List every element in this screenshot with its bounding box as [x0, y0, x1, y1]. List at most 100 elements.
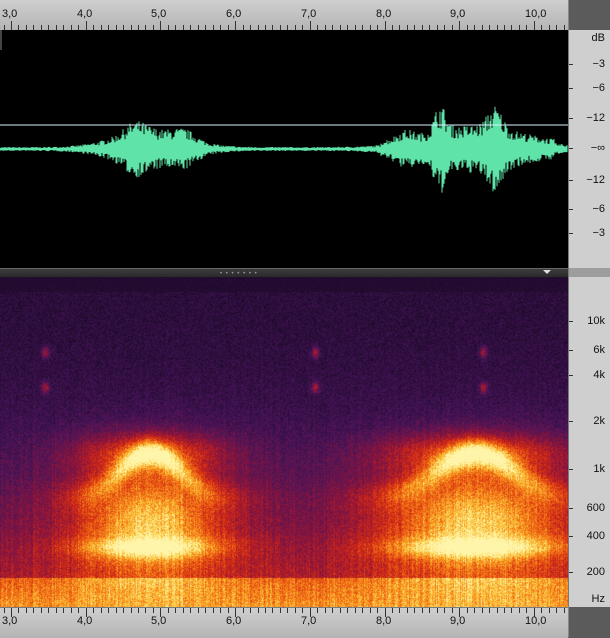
- timeline-minor-tick: [168, 608, 169, 613]
- timeline-minor-tick: [541, 608, 542, 613]
- hz-ruler: Hz 10k 6k 4k 2k 1k 600 400 200: [568, 277, 610, 607]
- timeline-minor-tick: [56, 608, 57, 613]
- db-tick: [569, 118, 573, 119]
- timeline-minor-tick: [116, 608, 117, 613]
- timeline-minor-tick: [556, 608, 557, 613]
- timeline-label: 5,0: [151, 615, 167, 627]
- timeline-major-tick: [534, 21, 535, 30]
- db-tick: [569, 64, 573, 65]
- timeline-minor-tick: [332, 608, 333, 613]
- timeline-minor-tick: [93, 608, 94, 613]
- dropdown-arrow-icon[interactable]: [543, 270, 551, 274]
- waveform-graphic: [0, 106, 568, 193]
- timeline-minor-tick: [153, 608, 154, 613]
- timeline-minor-tick: [243, 608, 244, 613]
- timeline-major-tick: [459, 21, 460, 30]
- timeline-minor-tick: [108, 608, 109, 613]
- hz-label: 2k: [593, 415, 605, 427]
- timeline-minor-tick: [452, 608, 453, 613]
- ruler-gap: [568, 268, 610, 277]
- timeline-minor-tick: [392, 608, 393, 613]
- timeline-minor-tick: [302, 608, 303, 613]
- hz-label: 200: [586, 566, 605, 578]
- waveform-view[interactable]: [0, 30, 568, 268]
- db-label: −∞: [590, 142, 605, 154]
- hz-tick: [569, 536, 573, 537]
- timeline-major-tick: [235, 21, 236, 30]
- timeline-label: 7,0: [301, 615, 317, 627]
- timeline-major-tick: [11, 21, 12, 30]
- timeline-major-tick: [86, 21, 87, 30]
- timeline-minor-tick: [48, 608, 49, 613]
- timeline-minor-tick: [564, 608, 565, 613]
- timeline-ruler-top[interactable]: 3,0 4,0 5,0 6,0 7,0 8,0 9,0 10,0: [0, 0, 568, 31]
- timeline-minor-tick: [519, 608, 520, 613]
- db-tick: [569, 233, 573, 234]
- timeline-minor-tick: [467, 608, 468, 613]
- timeline-minor-tick: [362, 608, 363, 613]
- timeline-minor-tick: [4, 608, 5, 613]
- db-label: −3: [592, 227, 605, 239]
- timeline-minor-tick: [183, 608, 184, 613]
- timeline-minor-tick: [145, 608, 146, 613]
- timeline-minor-tick: [437, 608, 438, 613]
- timeline-minor-tick: [526, 608, 527, 613]
- hz-unit-label: Hz: [591, 593, 605, 605]
- hz-tick: [569, 572, 573, 573]
- timeline-minor-tick: [317, 608, 318, 613]
- hz-label: 1k: [593, 463, 605, 475]
- hz-label: 400: [586, 530, 605, 542]
- spectrogram-graphic: [0, 277, 568, 607]
- timeline-minor-tick: [220, 608, 221, 613]
- db-unit-label: dB: [591, 32, 605, 44]
- timeline-minor-tick: [138, 608, 139, 613]
- db-tick: [569, 88, 573, 89]
- timeline-minor-tick: [370, 608, 371, 613]
- timeline-minor-tick: [175, 608, 176, 613]
- timeline-minor-tick: [250, 608, 251, 613]
- timeline-minor-tick: [265, 608, 266, 613]
- playhead-marker[interactable]: [0, 30, 2, 50]
- timeline-minor-tick: [407, 608, 408, 613]
- db-label: −6: [592, 203, 605, 215]
- timeline-minor-tick: [41, 608, 42, 613]
- timeline-minor-tick: [347, 608, 348, 613]
- timeline-minor-tick: [272, 608, 273, 613]
- db-label: −6: [592, 82, 605, 94]
- timeline-minor-tick: [63, 608, 64, 613]
- ruler-corner-top: [568, 0, 610, 30]
- timeline-minor-tick: [504, 608, 505, 613]
- timeline-minor-tick: [549, 608, 550, 613]
- hz-tick: [569, 375, 573, 376]
- timeline-label: 4,0: [77, 615, 93, 627]
- hz-tick: [569, 508, 573, 509]
- timeline-minor-tick: [78, 608, 79, 613]
- timeline-minor-tick: [26, 608, 27, 613]
- db-tick: [569, 209, 573, 210]
- timeline-minor-tick: [474, 608, 475, 613]
- timeline-minor-tick: [287, 608, 288, 613]
- db-label: −12: [586, 174, 605, 186]
- hz-label: 10k: [587, 315, 605, 327]
- timeline-minor-tick: [18, 608, 19, 613]
- timeline-minor-tick: [228, 608, 229, 613]
- timeline-minor-tick: [190, 608, 191, 613]
- timeline-minor-tick: [131, 608, 132, 613]
- spectrogram-view[interactable]: [0, 277, 568, 607]
- timeline-minor-tick: [198, 608, 199, 613]
- timeline-label: 10,0: [525, 615, 547, 627]
- db-tick: [569, 180, 573, 181]
- timeline-ruler-bottom[interactable]: 3,0 4,0 5,0 6,0 7,0 8,0 9,0 10,0: [0, 607, 568, 638]
- timeline-minor-tick: [489, 608, 490, 613]
- hz-tick: [569, 321, 573, 322]
- hz-tick: [569, 350, 573, 351]
- timeline-minor-tick: [399, 608, 400, 613]
- timeline-label: 7,0: [301, 8, 317, 20]
- db-label: −12: [586, 112, 605, 124]
- hz-label: 4k: [593, 369, 605, 381]
- ruler-corner-bottom: [568, 607, 610, 637]
- waveform-trace: [0, 106, 568, 193]
- timeline-minor-tick: [511, 608, 512, 613]
- hz-tick: [569, 469, 573, 470]
- timeline-minor-tick: [123, 608, 124, 613]
